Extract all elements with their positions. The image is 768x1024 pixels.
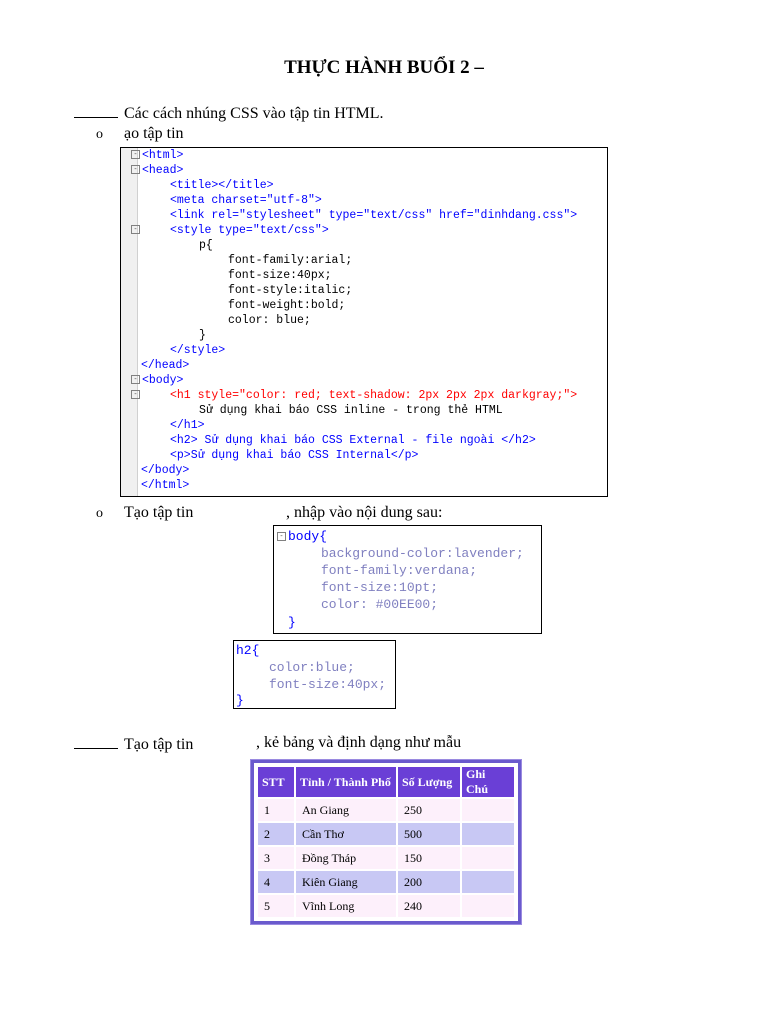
code-line: - body{ — [277, 528, 327, 545]
table-cell: 1 — [258, 799, 294, 821]
bullet-1: o ạo tập tin — [96, 125, 184, 143]
table-row: 1 An Giang 250 — [258, 799, 514, 821]
blank-line — [74, 734, 118, 749]
table-header-cell: Tỉnh / Thành Phố — [296, 767, 396, 797]
code-block-css-body: - body{ background-color:lavender; font-f… — [273, 525, 542, 634]
code-line: - <h1 style="color: red; text-shadow: 2px… — [131, 388, 577, 403]
code-line: h2{ — [236, 643, 260, 658]
table-cell — [462, 847, 514, 869]
code-line: - <style type="text/css"> — [131, 223, 329, 238]
code-line: font-family:verdana; — [321, 563, 478, 578]
sample-table: STT Tỉnh / Thành Phố Số Lượng Ghi Chú 1 … — [256, 765, 516, 919]
table-header-cell: Ghi Chú — [462, 767, 514, 797]
code-line: } — [288, 615, 296, 630]
table-cell — [462, 871, 514, 893]
code-line: </h1> — [170, 419, 205, 432]
code-line: color: blue; — [228, 314, 311, 327]
fold-icon: - — [131, 225, 140, 235]
fold-icon: - — [131, 390, 140, 400]
code-line: font-weight:bold; — [228, 299, 346, 312]
code-line: Sử dụng khai báo CSS inline - trong thẻ … — [199, 404, 503, 417]
table-cell — [462, 823, 514, 845]
page-title: THỰC HÀNH BUỔI 2 – — [284, 57, 484, 78]
bullet-1-text: ạo tập tin — [124, 125, 184, 142]
table-cell: 200 — [398, 871, 460, 893]
section-1-heading: Các cách nhúng CSS vào tập tin HTML. — [74, 103, 384, 123]
code-line: font-size:40px; — [269, 677, 387, 692]
code-block-css-h2: h2{ color:blue; font-size:40px; } — [233, 640, 396, 709]
code-line: </head> — [141, 359, 190, 372]
sample-table-frame: STT Tỉnh / Thành Phố Số Lượng Ghi Chú 1 … — [251, 760, 521, 924]
code-line: } — [236, 693, 244, 708]
bullet-marker: o — [96, 127, 103, 142]
code-line: </style> — [170, 344, 226, 357]
table-cell: Kiên Giang — [296, 871, 396, 893]
table-row: 5 Vĩnh Long 240 — [258, 895, 514, 917]
code-line: - <body> — [131, 373, 183, 388]
fold-icon: - — [131, 165, 140, 175]
fold-icon: - — [131, 150, 140, 160]
code-line: <h2> Sử dụng khai báo CSS External - fil… — [170, 434, 536, 447]
code-line: font-family:arial; — [228, 254, 353, 267]
code-block-html: - <html> - <head> <title></title> <meta ch… — [120, 147, 608, 497]
code-line: p{ — [199, 239, 213, 252]
code-line: - <html> — [131, 148, 183, 163]
table-cell: Cần Thơ — [296, 823, 396, 845]
section-2-heading: Tạo tập tin — [74, 734, 193, 754]
table-cell: 4 — [258, 871, 294, 893]
code-line: font-size:10pt; — [321, 580, 439, 595]
bullet-2-text-b: , nhập vào nội dung sau: — [286, 504, 443, 521]
fold-icon: - — [131, 375, 140, 385]
code-line: color:blue; — [269, 660, 355, 675]
code-line: <p>Sử dụng khai báo CSS Internal</p> — [170, 449, 419, 462]
code-line: background-color:lavender; — [321, 546, 524, 561]
code-line: </html> — [141, 479, 190, 492]
code-line: font-size:40px; — [228, 269, 332, 282]
table-cell — [462, 799, 514, 821]
code-line: </body> — [141, 464, 190, 477]
table-row: 4 Kiên Giang 200 — [258, 871, 514, 893]
table-row: 2 Cần Thơ 500 — [258, 823, 514, 845]
fold-icon: - — [277, 532, 286, 542]
code-line: <meta charset="utf-8"> — [170, 194, 322, 207]
table-header-cell: STT — [258, 767, 294, 797]
table-cell: An Giang — [296, 799, 396, 821]
bullet-marker: o — [96, 506, 103, 521]
code-line: <title></title> — [170, 179, 274, 192]
table-cell: 2 — [258, 823, 294, 845]
table-cell: 500 — [398, 823, 460, 845]
bullet-2: o Tạo tập tin — [96, 504, 193, 522]
code-line: } — [199, 329, 206, 342]
bullet-2-text-a: Tạo tập tin — [124, 504, 194, 521]
section-2-text-b: , kẻ bảng và định dạng như mẫu — [256, 734, 462, 751]
table-header-cell: Số Lượng — [398, 767, 460, 797]
table-cell: 240 — [398, 895, 460, 917]
code-line: font-style:italic; — [228, 284, 353, 297]
table-cell: 150 — [398, 847, 460, 869]
section-2-text-a: Tạo tập tin — [124, 736, 194, 753]
table-cell: 3 — [258, 847, 294, 869]
code-gutter — [121, 148, 138, 496]
table-row: 3 Đồng Tháp 150 — [258, 847, 514, 869]
table-cell: Đồng Tháp — [296, 847, 396, 869]
section-1-text: Các cách nhúng CSS vào tập tin HTML. — [124, 105, 384, 122]
code-line: <link rel="stylesheet" type="text/css" h… — [170, 209, 578, 222]
table-cell: 5 — [258, 895, 294, 917]
code-line: - <head> — [131, 163, 183, 178]
table-cell: Vĩnh Long — [296, 895, 396, 917]
table-cell: 250 — [398, 799, 460, 821]
table-header-row: STT Tỉnh / Thành Phố Số Lượng Ghi Chú — [258, 767, 514, 797]
code-line: color: #00EE00; — [321, 597, 439, 612]
table-cell — [462, 895, 514, 917]
blank-line — [74, 103, 118, 118]
